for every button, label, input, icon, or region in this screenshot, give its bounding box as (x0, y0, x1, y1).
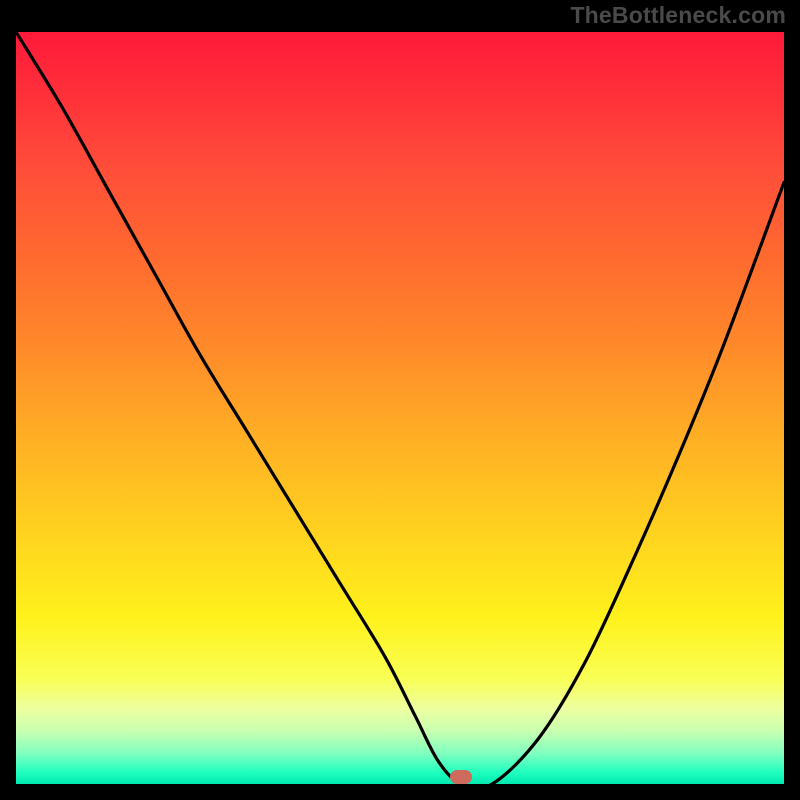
bottleneck-curve (16, 32, 784, 784)
chart-frame: TheBottleneck.com (0, 0, 800, 800)
plot-area (16, 32, 784, 784)
trough-marker (450, 770, 472, 784)
watermark-text: TheBottleneck.com (570, 2, 786, 29)
